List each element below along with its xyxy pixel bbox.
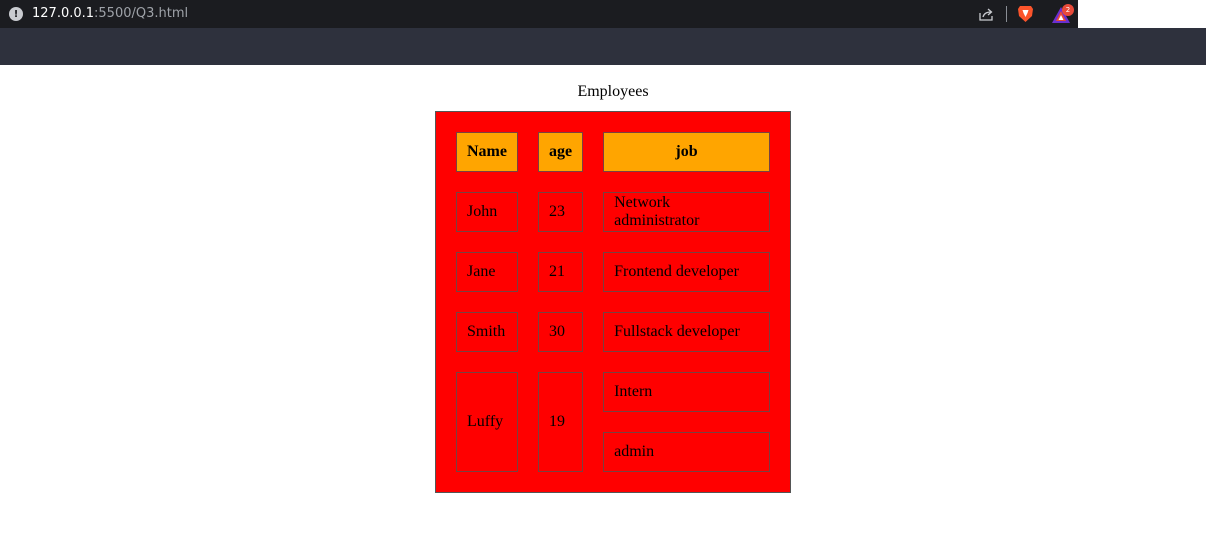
cell-job: Intern: [603, 372, 770, 412]
bookmarks-toolbar: [0, 28, 1206, 65]
cell-job: admin: [603, 432, 770, 472]
url-host: 127.0.0.1: [32, 6, 95, 21]
brave-shields-icon[interactable]: [1017, 5, 1034, 23]
cell-age: 19: [537, 372, 584, 472]
site-info-icon[interactable]: !: [9, 7, 23, 21]
employees-table: Name age job John 23 Network administrat…: [435, 111, 791, 493]
cell-age: 23: [537, 192, 584, 232]
table-caption: Employees: [577, 83, 649, 100]
table-row: John 23 Network administrator: [456, 192, 770, 232]
table-row: Smith 30 Fullstack developer: [456, 312, 770, 352]
header-name: Name: [456, 132, 518, 172]
cell-name: Jane: [456, 252, 518, 292]
share-icon[interactable]: [978, 6, 994, 22]
url-text[interactable]: 127.0.0.1:5500/Q3.html: [32, 6, 188, 22]
table-row: Luffy 19 Intern: [456, 372, 770, 472]
toolbar-separator: [1006, 6, 1007, 22]
cell-name: Luffy: [456, 372, 518, 472]
cell-job: Fullstack developer: [603, 312, 770, 352]
url-path: :5500/Q3.html: [94, 6, 189, 21]
cell-job: Network administrator: [603, 192, 770, 232]
rewards-badge: 2: [1062, 4, 1074, 16]
table-header-row: Name age job: [456, 132, 770, 172]
address-bar[interactable]: ! 127.0.0.1:5500/Q3.html 2: [0, 0, 1078, 28]
cell-job: Frontend developer: [603, 252, 770, 292]
cell-age: 30: [537, 312, 584, 352]
cell-name: Smith: [456, 312, 518, 352]
table-row: Jane 21 Frontend developer: [456, 252, 770, 292]
header-job: job: [603, 132, 770, 172]
header-age: age: [537, 132, 584, 172]
cell-name: John: [456, 192, 518, 232]
cell-age: 21: [537, 252, 584, 292]
